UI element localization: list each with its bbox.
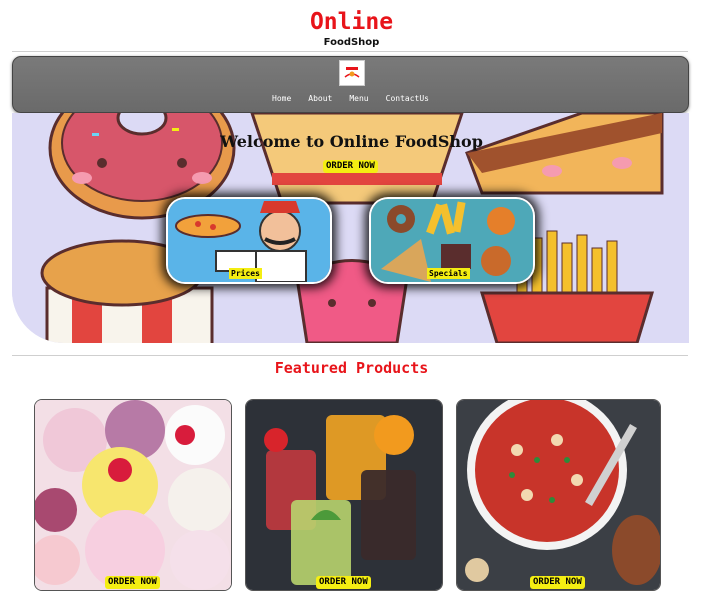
nav-links: Home About Menu ContactUs: [13, 94, 688, 103]
stew-image: [457, 400, 660, 590]
product-card-drinks[interactable]: [245, 399, 443, 591]
hero-title: Welcome to Online FoodShop: [220, 132, 483, 151]
nav-about[interactable]: About: [308, 94, 332, 103]
featured-products-heading: Featured Products: [274, 359, 429, 377]
product-order-now-button[interactable]: ORDER NOW: [316, 576, 371, 589]
product-order-now-button[interactable]: ORDER NOW: [530, 576, 585, 589]
navbar: Home About Menu ContactUs: [12, 56, 689, 113]
nav-menu[interactable]: Menu: [349, 94, 368, 103]
hero-order-now-button[interactable]: ORDER NOW: [323, 160, 378, 173]
specials-label: Specials: [427, 268, 470, 279]
drinks-image: [246, 400, 442, 590]
site-subtitle: FoodShop: [323, 37, 380, 48]
divider: [12, 355, 688, 356]
divider: [12, 51, 688, 52]
product-card-cupcakes[interactable]: [34, 399, 232, 591]
site-title: Online: [309, 9, 394, 35]
food-logo-icon: [342, 63, 362, 83]
nav-contactus[interactable]: ContactUs: [386, 94, 429, 103]
prices-label: Prices: [229, 268, 262, 279]
product-order-now-button[interactable]: ORDER NOW: [105, 576, 160, 589]
product-card-stew[interactable]: [456, 399, 661, 591]
nav-home[interactable]: Home: [272, 94, 291, 103]
cupcakes-image: [35, 400, 231, 590]
site-logo[interactable]: [339, 60, 365, 86]
